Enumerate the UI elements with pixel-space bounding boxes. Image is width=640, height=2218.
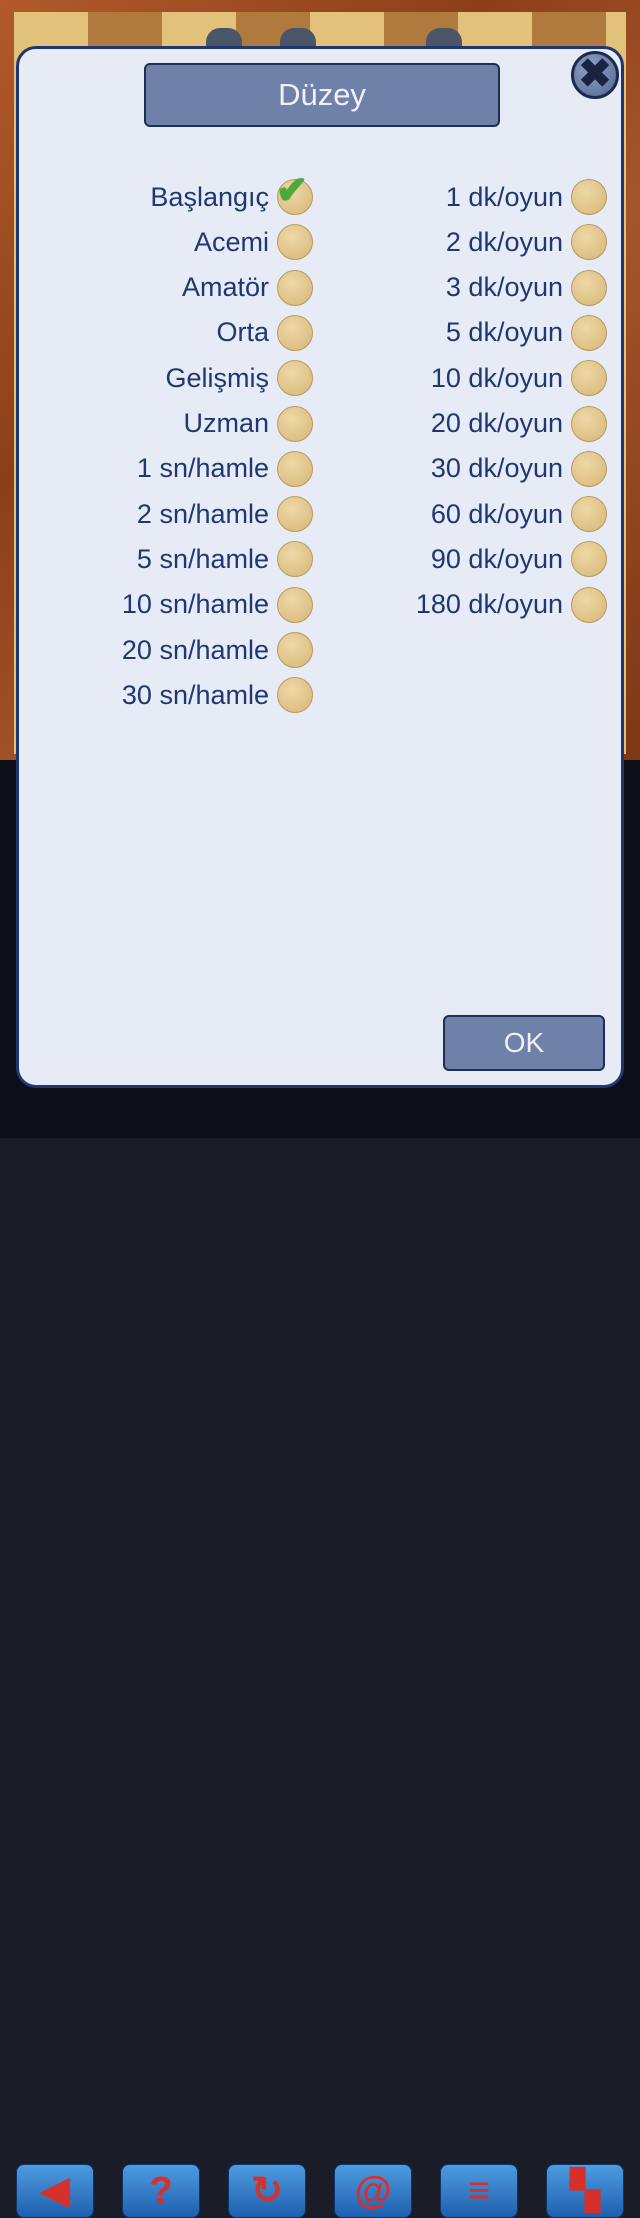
level-option-label: Amatör (181, 272, 269, 303)
radio-button[interactable] (277, 224, 313, 261)
radio-selected[interactable]: ✔ (276, 172, 313, 215)
level-option-label: 2 sn/hamle (136, 498, 269, 529)
level-option[interactable]: 20 sn/hamle (19, 630, 313, 670)
level-option[interactable]: 90 dk/oyun (329, 539, 607, 579)
level-option-label: 180 dk/oyun (415, 589, 563, 620)
level-option[interactable]: 1 dk/oyun (329, 177, 607, 217)
bottom-toolbar: ◀ ? ↻ @ ≡ ▚ (0, 1080, 640, 2218)
level-option[interactable]: Uzman (19, 404, 313, 444)
level-option[interactable]: Orta (19, 313, 313, 353)
level-option-label: Uzman (183, 408, 269, 438)
level-option-label: 1 dk/oyun (445, 181, 563, 212)
level-option[interactable]: 5 dk/oyun (329, 313, 607, 353)
level-option-label: 10 sn/hamle (121, 589, 269, 620)
back-arrow-icon[interactable]: ◀ (16, 2164, 94, 2218)
level-option-label: 2 dk/oyun (445, 226, 563, 257)
level-option-label: Başlangıç (150, 181, 269, 212)
level-option[interactable]: Acemi (19, 222, 313, 262)
level-option-label: 20 sn/hamle (121, 634, 269, 665)
level-dialog: Düzey ✖ Başlangıç ✔ Acemi Amatör Orta Gelişmi… (16, 46, 624, 1088)
level-option-label: 10 dk/oyun (430, 362, 563, 393)
dialog-title: Düzey (144, 63, 500, 127)
help-icon[interactable]: ? (122, 2164, 200, 2218)
radio-button[interactable] (571, 360, 607, 397)
radio-button[interactable] (277, 632, 313, 668)
level-option[interactable]: 3 dk/oyun (329, 268, 607, 308)
radio-button[interactable] (277, 541, 313, 578)
close-icon[interactable]: ✖ (571, 51, 619, 99)
radio-button[interactable] (571, 269, 607, 306)
level-option-label: 30 dk/oyun (430, 453, 563, 484)
level-option[interactable]: 2 sn/hamle (19, 494, 313, 534)
level-option[interactable]: Başlangıç ✔ (19, 172, 313, 217)
radio-button[interactable] (277, 586, 313, 623)
level-option[interactable]: 5 sn/hamle (19, 539, 313, 579)
level-option-label: 3 dk/oyun (445, 272, 563, 303)
level-option-label: 1 sn/hamle (136, 453, 269, 484)
radio-button[interactable] (571, 541, 607, 578)
level-option[interactable]: 30 dk/oyun (329, 449, 607, 489)
radio-button[interactable] (277, 677, 313, 714)
radio-button[interactable] (571, 224, 607, 261)
level-option-label: 60 dk/oyun (430, 498, 563, 529)
radio-button[interactable] (571, 496, 607, 533)
level-option[interactable]: 20 dk/oyun (329, 404, 607, 444)
radio-button[interactable] (277, 269, 313, 306)
radio-button[interactable] (277, 496, 313, 533)
radio-button[interactable] (571, 586, 607, 623)
level-option-label: Orta (216, 317, 269, 348)
level-option[interactable]: Amatör (19, 268, 313, 308)
level-option-label: 5 sn/hamle (136, 543, 269, 574)
radio-button[interactable] (571, 450, 607, 487)
checkmark-icon: ✔ (276, 170, 308, 212)
level-option-label: Acemi (193, 226, 269, 257)
radio-button[interactable] (277, 405, 313, 442)
spiral-icon[interactable]: @ (334, 2164, 412, 2218)
radio-button[interactable] (571, 405, 607, 442)
radio-button[interactable] (277, 314, 313, 351)
level-option-label: 5 dk/oyun (445, 317, 563, 348)
level-option-label: 20 dk/oyun (430, 408, 563, 438)
level-option[interactable]: Gelişmiş (19, 358, 313, 398)
level-option-label: 90 dk/oyun (430, 543, 563, 574)
rotate-icon[interactable]: ↻ (228, 2164, 306, 2218)
radio-button[interactable] (277, 450, 313, 487)
radio-button[interactable] (571, 179, 607, 215)
level-option[interactable]: 10 sn/hamle (19, 585, 313, 625)
menu-icon[interactable]: ≡ (440, 2164, 518, 2218)
level-option-label: 30 sn/hamle (121, 679, 269, 710)
level-option[interactable]: 60 dk/oyun (329, 494, 607, 534)
exit-icon[interactable]: ▚ (546, 2164, 624, 2218)
level-option[interactable]: 30 sn/hamle (19, 675, 313, 715)
level-option-label: Gelişmiş (165, 362, 269, 393)
level-option[interactable]: 2 dk/oyun (329, 222, 607, 262)
ok-button[interactable]: OK (443, 1015, 605, 1071)
radio-button[interactable] (277, 360, 313, 397)
level-option[interactable]: 1 sn/hamle (19, 449, 313, 489)
radio-button[interactable] (571, 314, 607, 351)
level-option[interactable]: 180 dk/oyun (329, 585, 607, 625)
level-option[interactable]: 10 dk/oyun (329, 358, 607, 398)
